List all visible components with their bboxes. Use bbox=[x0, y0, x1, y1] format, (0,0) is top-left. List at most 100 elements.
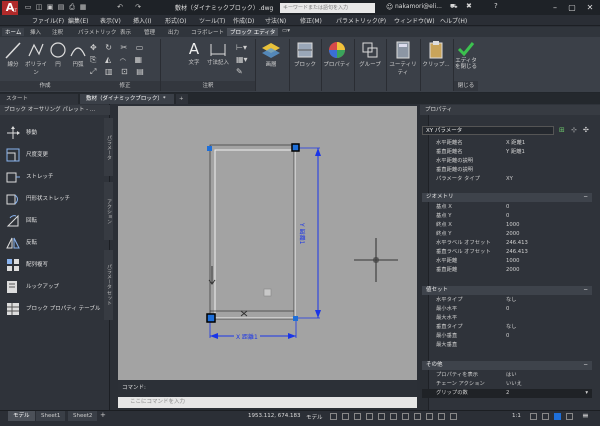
folder-icon[interactable]: ◫ bbox=[35, 3, 43, 11]
annotation-icon[interactable] bbox=[438, 413, 445, 420]
prop-row[interactable]: 垂直タイプ なし bbox=[422, 323, 592, 332]
layer-tool[interactable]: 画層 bbox=[258, 40, 284, 68]
redo-icon[interactable]: ↷ bbox=[134, 3, 142, 11]
dimension-tool[interactable]: 寸法記入 bbox=[204, 40, 232, 66]
prop-row[interactable]: 垂直距離名 Y 距離1 bbox=[422, 148, 592, 157]
prop-row[interactable]: 水平タイプ なし bbox=[422, 296, 592, 305]
clipboard-tool[interactable]: クリップ... bbox=[421, 40, 451, 68]
print-icon[interactable]: ⎙ bbox=[68, 3, 76, 11]
tab-sheet1[interactable]: Sheet1 bbox=[36, 411, 66, 421]
menu-draw[interactable]: 作成(D) bbox=[233, 16, 254, 25]
selection-cycling-icon[interactable] bbox=[426, 413, 433, 420]
tab-home[interactable]: ホーム bbox=[2, 28, 25, 36]
prop-row[interactable]: 水平距離 1000 bbox=[422, 257, 592, 266]
palette-item-rotate[interactable]: 回転 bbox=[6, 212, 37, 230]
section-geometry[interactable]: ジオメトリ − bbox=[422, 193, 592, 202]
prop-row[interactable]: 最小垂直 0 bbox=[422, 332, 592, 341]
menu-edit[interactable]: 編集(E) bbox=[68, 16, 88, 25]
circle-tool[interactable]: 円 bbox=[49, 40, 67, 68]
plot-icon[interactable]: ▦ bbox=[79, 3, 87, 11]
snap-icon[interactable] bbox=[342, 413, 349, 420]
tab-insert[interactable]: 挿入 bbox=[30, 28, 41, 36]
osnap-icon[interactable] bbox=[378, 413, 385, 420]
quick-select-icon[interactable]: ✣ bbox=[583, 126, 589, 134]
section-value-set[interactable]: 値セット − bbox=[422, 286, 592, 295]
prop-row[interactable]: 水平ラベル オフセット 246.413 bbox=[422, 239, 592, 248]
new-tab-button[interactable]: + bbox=[176, 94, 188, 104]
isolate-icon[interactable] bbox=[554, 413, 561, 420]
palette-item-array[interactable]: 配列複写 bbox=[6, 256, 48, 274]
annotation-visibility-icon[interactable] bbox=[450, 413, 457, 420]
maximize-icon[interactable]: ▢ bbox=[566, 2, 578, 13]
palette-item-polar-stretch[interactable]: 円形状ストレッチ bbox=[6, 190, 70, 208]
annotation-small-icons[interactable]: ⊢▾ ▦▾ ✎ bbox=[236, 42, 248, 78]
menu-tools[interactable]: ツール(T) bbox=[199, 16, 225, 25]
panel-annotation-title[interactable]: 注釈 bbox=[161, 81, 255, 91]
prop-row[interactable]: 最小水平 0 bbox=[422, 305, 592, 314]
tab-parametric[interactable]: パラメトリック bbox=[78, 28, 116, 36]
command-input[interactable]: ここにコマンドを入力 bbox=[118, 397, 417, 408]
menu-help[interactable]: ヘルプ(H) bbox=[440, 16, 467, 25]
tab-model[interactable]: モデル bbox=[8, 411, 35, 421]
cart-icon[interactable]: ⛟ bbox=[450, 3, 458, 11]
modify-tools-grid[interactable]: ✥ ↻ ✂ ▭ ⎘ ◭ ⌒ ▦ ⤢ ▥ ⊡ ▤ bbox=[90, 42, 160, 78]
prop-row[interactable]: パラメータ タイプ XY bbox=[422, 175, 592, 184]
open-icon[interactable]: ▭ bbox=[24, 3, 32, 11]
saveas-icon[interactable]: ▤ bbox=[57, 3, 65, 11]
polar-icon[interactable] bbox=[366, 413, 373, 420]
menu-file[interactable]: ファイル(F) bbox=[32, 16, 64, 25]
tab-block-editor[interactable]: ブロック エディタ bbox=[227, 28, 279, 36]
tab-parameter-sets[interactable]: パラメータ セット bbox=[104, 250, 113, 320]
grip-corner[interactable] bbox=[291, 143, 300, 152]
lineweight-icon[interactable] bbox=[402, 413, 409, 420]
tab-annotate[interactable]: 注釈 bbox=[52, 28, 63, 36]
panel-draw-title[interactable]: 作成 bbox=[0, 81, 90, 91]
prop-row[interactable]: プロパティを表示 はい bbox=[422, 371, 592, 380]
prop-row[interactable]: 終点 Y 2000 bbox=[422, 230, 592, 239]
workspace-icon[interactable] bbox=[530, 413, 537, 420]
tab-manage[interactable]: 管理 bbox=[144, 28, 155, 36]
prop-row[interactable]: 垂直距離の説明 bbox=[422, 166, 592, 175]
palette-item-flip[interactable]: 反転 bbox=[6, 234, 37, 252]
menu-view[interactable]: 表示(V) bbox=[100, 16, 121, 25]
user-name[interactable]: nakamori@eli... bbox=[395, 3, 442, 10]
close-icon[interactable]: ✕ bbox=[584, 2, 596, 13]
text-tool[interactable]: A 文字 bbox=[186, 40, 202, 66]
prop-row[interactable]: 水平距離名 X 距離1 bbox=[422, 139, 592, 148]
ortho-icon[interactable] bbox=[354, 413, 361, 420]
menu-insert[interactable]: 挿入(I) bbox=[133, 16, 151, 25]
palette-item-stretch[interactable]: ストレッチ bbox=[6, 168, 54, 186]
tab-actions[interactable]: アクション bbox=[104, 182, 113, 240]
menu-format[interactable]: 形式(O) bbox=[165, 16, 186, 25]
tab-view[interactable]: 表示 bbox=[120, 28, 131, 36]
chevron-down-icon[interactable]: ▾ bbox=[585, 389, 588, 398]
tab-extra-icon[interactable]: ▭▾ bbox=[282, 28, 290, 34]
parameter-marker[interactable] bbox=[263, 288, 272, 297]
menu-parametric[interactable]: パラメトリック(P) bbox=[336, 16, 386, 25]
properties-tool[interactable]: プロパティ bbox=[322, 40, 352, 68]
exchange-icon[interactable]: ✖ bbox=[466, 2, 472, 10]
units-icon[interactable] bbox=[542, 413, 549, 420]
menu-window[interactable]: ウィンドウ(W) bbox=[394, 16, 435, 25]
add-layout-button[interactable]: + bbox=[100, 411, 106, 419]
toggle-pickadd-icon[interactable]: ⊞ bbox=[559, 126, 565, 134]
prop-row[interactable]: 垂直距離 2000 bbox=[422, 266, 592, 275]
menu-dimension[interactable]: 寸法(N) bbox=[265, 16, 286, 25]
tab-sheet2[interactable]: Sheet2 bbox=[68, 411, 98, 421]
prop-row[interactable]: 水平距離の説明 bbox=[422, 157, 592, 166]
tab-parameters[interactable]: パラメータ bbox=[104, 118, 113, 176]
grip[interactable] bbox=[207, 146, 212, 151]
minimize-icon[interactable]: – bbox=[549, 2, 561, 13]
grip[interactable] bbox=[293, 316, 298, 321]
tab-document[interactable]: 敷材（ダイナミックブロック）* bbox=[80, 94, 174, 104]
tab-start[interactable]: スタート bbox=[0, 94, 78, 104]
menu-modify[interactable]: 修正(M) bbox=[300, 16, 322, 25]
fullscreen-icon[interactable] bbox=[566, 413, 573, 420]
block-tool[interactable]: ブロック bbox=[291, 40, 319, 68]
prop-row-selected[interactable]: グリップの数 2 ▾ bbox=[422, 389, 592, 398]
help-icon[interactable]: ? bbox=[494, 2, 498, 10]
customize-menu-icon[interactable]: ≡ bbox=[582, 411, 589, 420]
selection-dropdown[interactable]: XY パラメータ bbox=[422, 126, 554, 135]
tab-collaborate[interactable]: コラボレート bbox=[191, 28, 224, 36]
prop-row[interactable]: チェーン アクション いいえ bbox=[422, 380, 592, 389]
